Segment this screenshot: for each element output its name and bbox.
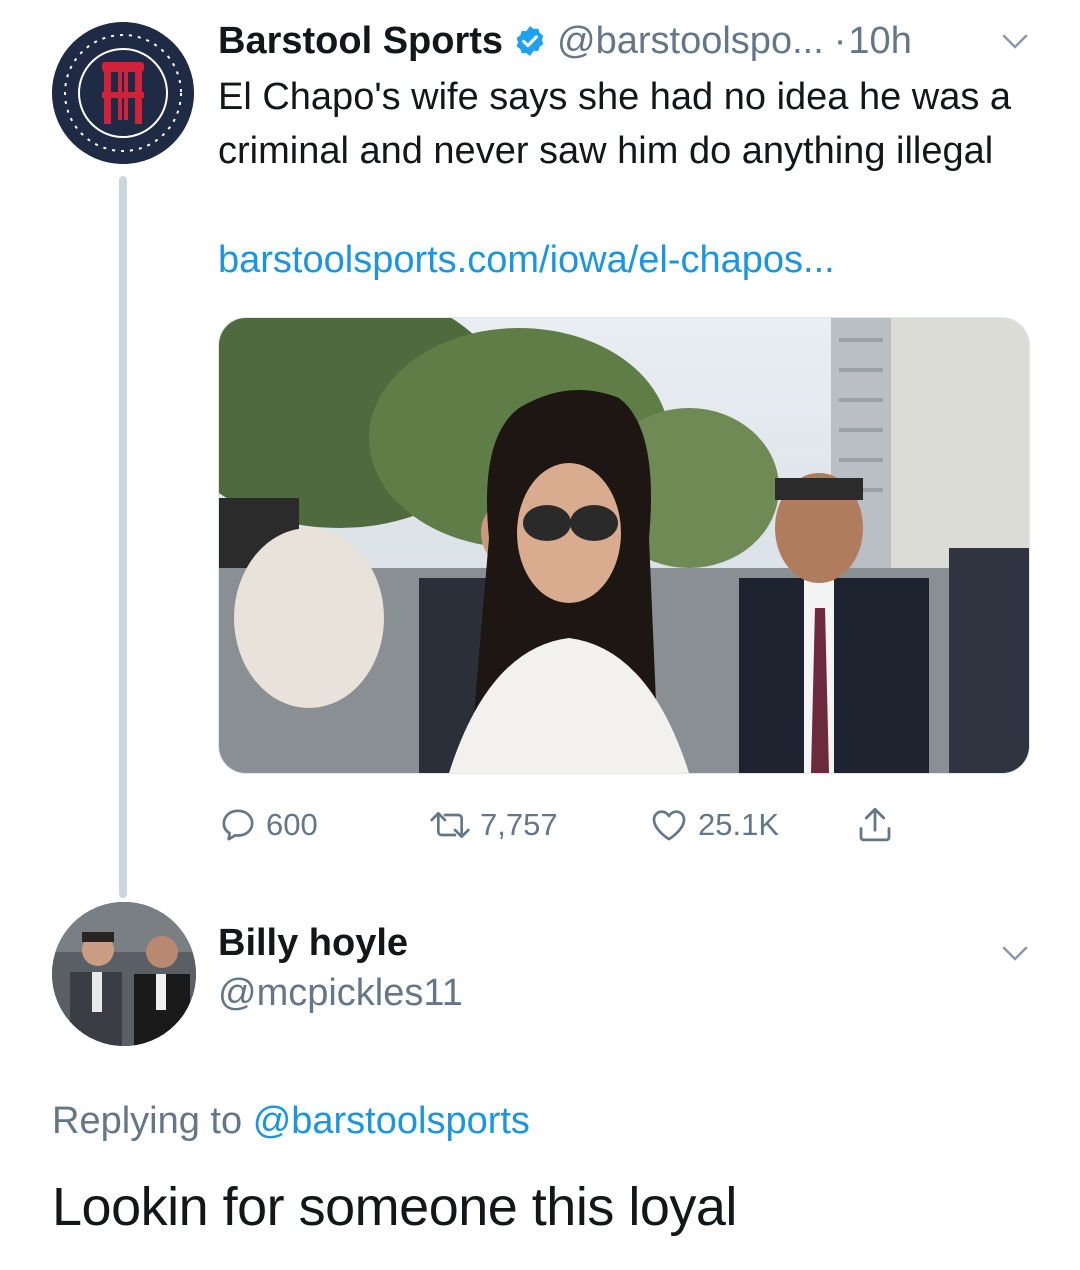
chevron-down-icon[interactable] [1002,946,1028,962]
replying-mention[interactable]: @barstoolsports [253,1100,530,1142]
barstool-avatar[interactable] [52,22,194,164]
tweet-link[interactable]: barstoolsports.com/iowa/el-chapos... [218,233,835,287]
like-icon [652,810,686,841]
separator-dot: · [833,19,847,62]
tweet-text: El Chapo's wife says she had no idea he … [218,76,1012,172]
avatar-photo [52,902,196,1046]
reply-action[interactable]: 600 [218,800,318,850]
replying-to: Replying to @barstoolsports [52,1100,530,1143]
reply-count: 600 [266,807,318,842]
tweet-media-image[interactable] [218,317,1030,774]
retweet-count: 7,757 [480,807,558,842]
thread-line [119,176,127,898]
share-action[interactable] [854,800,896,850]
reply-icon [222,809,254,841]
tweet-header: Barstool Sports @barstoolspo... · 10h [218,14,1040,68]
retweet-action[interactable]: 7,757 [422,800,558,850]
display-name[interactable]: Barstool Sports [218,20,503,63]
photo-illustration [219,318,1029,773]
reply-handle[interactable]: @mcpickles11 [218,972,463,1015]
chevron-down-icon[interactable] [1002,34,1028,50]
like-count: 25.1K [698,807,780,842]
tweet-actions: 600 7,757 25.1K [218,800,918,850]
timestamp[interactable]: 10h [848,20,911,63]
billy-avatar[interactable] [52,902,196,1046]
verified-badge-icon [516,26,544,56]
reply-text: Lookin for someone this loyal [52,1177,737,1237]
barstool-logo [52,22,194,164]
handle[interactable]: @barstoolspo... [557,20,824,63]
retweet-icon [430,812,470,838]
like-action[interactable]: 25.1K [648,800,779,850]
share-icon [859,807,891,842]
replying-prefix: Replying to [52,1100,243,1142]
reply-display-name[interactable]: Billy hoyle [218,922,408,965]
